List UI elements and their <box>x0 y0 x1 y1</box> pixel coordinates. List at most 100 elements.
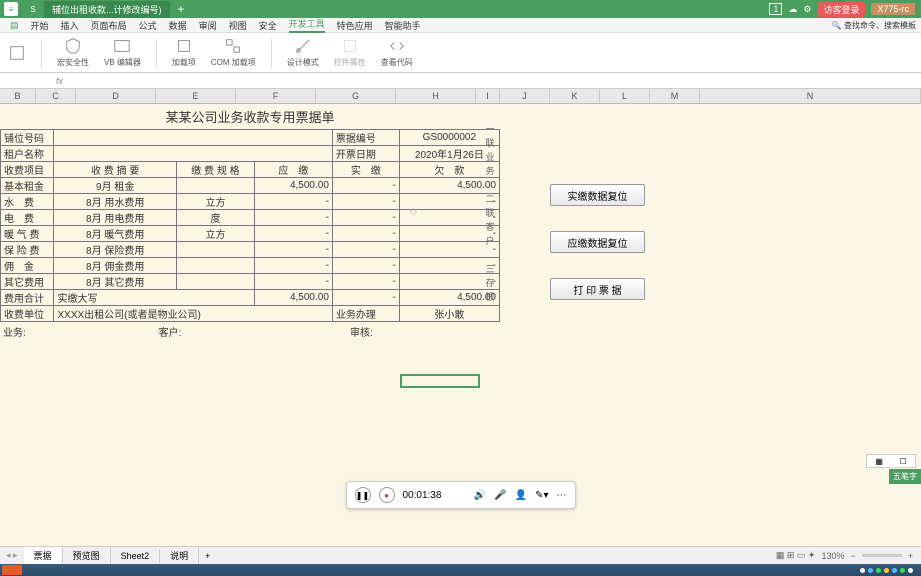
menu-layout[interactable]: 页面布局 <box>91 19 127 32</box>
ribbon-addin[interactable]: 加载项 <box>172 37 196 68</box>
cell-spec[interactable]: 度 <box>176 210 254 226</box>
menu-file-icon[interactable]: ▤ <box>10 20 19 31</box>
tab-notes[interactable]: 说明 <box>160 547 199 564</box>
tab-receipt[interactable]: 票据 <box>24 547 63 564</box>
cell-due[interactable]: - <box>254 242 332 258</box>
cell-summary[interactable]: 8月 保险费用 <box>54 242 177 258</box>
tray-icons[interactable] <box>860 568 921 573</box>
cell-paid[interactable]: - <box>332 258 399 274</box>
more-icon[interactable]: ⋯ <box>557 490 567 501</box>
menu-ai[interactable]: 智能助手 <box>385 19 421 32</box>
val-tenant[interactable] <box>54 146 332 162</box>
cell-item[interactable]: 其它费用 <box>1 274 54 290</box>
cell-paid[interactable]: - <box>332 210 399 226</box>
cell-paid[interactable]: - <box>332 178 399 194</box>
print-button[interactable]: 打 印 票 据 <box>550 278 645 300</box>
cell-spec[interactable] <box>176 274 254 290</box>
float-toolbar[interactable]: ▦ ☐ <box>866 454 916 468</box>
cell-spec[interactable]: 立方 <box>176 194 254 210</box>
wps-icon[interactable] <box>2 565 22 575</box>
cell-spec[interactable] <box>176 178 254 194</box>
menu-dev[interactable]: 开发工具 <box>289 17 325 33</box>
ribbon-com-addin[interactable]: COM 加载项 <box>211 37 256 68</box>
menu-special[interactable]: 特色应用 <box>337 19 373 32</box>
tab-preview[interactable]: 预览图 <box>63 547 111 564</box>
menu-formula[interactable]: 公式 <box>139 19 157 32</box>
cloud-icon[interactable]: ☁ <box>788 4 797 15</box>
cell-spec[interactable]: 立方 <box>176 226 254 242</box>
menu-review[interactable]: 审阅 <box>199 19 217 32</box>
cell-item[interactable]: 水 费 <box>1 194 54 210</box>
cell-due[interactable]: - <box>254 274 332 290</box>
cell-paid[interactable]: - <box>332 194 399 210</box>
col-e[interactable]: E <box>156 89 236 103</box>
login-button[interactable]: 访客登录 <box>817 2 865 17</box>
cam-icon[interactable]: 👤 <box>515 490 527 501</box>
tab-sheet2[interactable]: Sheet2 <box>111 549 161 563</box>
cell-item[interactable]: 保 险 费 <box>1 242 54 258</box>
cell-due[interactable]: - <box>254 258 332 274</box>
col-d[interactable]: D <box>76 89 156 103</box>
col-n[interactable]: N <box>700 89 921 103</box>
ribbon-vb-editor[interactable]: VB 编辑器 <box>104 37 141 68</box>
menu-security[interactable]: 安全 <box>259 19 277 32</box>
col-i[interactable]: I <box>476 89 500 103</box>
cell-item[interactable]: 电 费 <box>1 210 54 226</box>
record-button[interactable]: ● <box>379 487 395 503</box>
cell-paid[interactable]: - <box>332 242 399 258</box>
recorder-bar[interactable]: ❚❚ ● 00:01:38 🔊 🎤 👤 ✎▾ ⋯ <box>346 481 576 509</box>
cell-due[interactable]: - <box>254 210 332 226</box>
reset-paid-button[interactable]: 实缴数据复位 <box>550 184 645 206</box>
cell-spec[interactable] <box>176 242 254 258</box>
search-hint[interactable]: 🔍 查找命令、搜索模板 <box>832 20 916 31</box>
cell-summary[interactable]: 8月 用电费用 <box>54 210 177 226</box>
ribbon-save[interactable] <box>8 44 26 62</box>
col-b[interactable]: B <box>0 89 36 103</box>
zoom-in[interactable]: + <box>908 551 913 561</box>
col-h[interactable]: H <box>396 89 476 103</box>
notif-count[interactable]: 1 <box>769 3 782 15</box>
menu-view[interactable]: 视图 <box>229 19 247 32</box>
float-icon-2[interactable]: ☐ <box>900 457 907 466</box>
cell-item[interactable]: 佣 金 <box>1 258 54 274</box>
val-booth[interactable] <box>54 130 332 146</box>
menu-data[interactable]: 数据 <box>169 19 187 32</box>
zoom-slider[interactable] <box>862 554 902 557</box>
cell-item[interactable]: 基本租金 <box>1 178 54 194</box>
file-tab[interactable]: 辅位出租收款...计修改编号) <box>44 1 170 18</box>
app-menu-icon[interactable]: ≡ <box>4 2 18 16</box>
tab-nav[interactable]: ◂ ▸ <box>0 550 24 561</box>
cell-spec[interactable] <box>176 258 254 274</box>
col-f[interactable]: F <box>236 89 316 103</box>
ribbon-view-code[interactable]: 查看代码 <box>381 37 413 68</box>
reset-due-button[interactable]: 应缴数据复位 <box>550 231 645 253</box>
cell-paid[interactable]: - <box>332 226 399 242</box>
cell-summary[interactable]: 8月 佣金费用 <box>54 258 177 274</box>
mic-icon[interactable]: 🎤 <box>494 490 506 501</box>
float-icon-1[interactable]: ▦ <box>875 457 883 466</box>
menu-insert[interactable]: 插入 <box>61 19 79 32</box>
col-k[interactable]: K <box>550 89 600 103</box>
cell-summary[interactable]: 8月 其它费用 <box>54 274 177 290</box>
sheet-area[interactable]: 某某公司业务收款专用票据单 铺位号码 票据编号 GS0000002 租户名称 开… <box>0 104 921 539</box>
col-l[interactable]: L <box>600 89 650 103</box>
cell-due[interactable]: 4,500.00 <box>254 178 332 194</box>
col-g[interactable]: G <box>316 89 396 103</box>
col-j[interactable]: J <box>500 89 550 103</box>
vol-icon[interactable]: 🔊 <box>474 490 486 501</box>
ribbon-macro-security[interactable]: 宏安全性 <box>57 37 89 68</box>
cell-due[interactable]: - <box>254 226 332 242</box>
menu-start[interactable]: 开始 <box>31 19 49 32</box>
cell-paid[interactable]: - <box>332 274 399 290</box>
add-sheet-button[interactable]: + <box>199 551 216 561</box>
cell-item[interactable]: 暖 气 费 <box>1 226 54 242</box>
cell-due[interactable]: - <box>254 194 332 210</box>
gear-icon[interactable]: ⚙ <box>803 4 811 15</box>
col-m[interactable]: M <box>650 89 700 103</box>
new-tab-button[interactable]: + <box>178 2 185 16</box>
view-icons[interactable]: ▦ ⊞ ▭ ✦ <box>776 550 816 561</box>
selected-cell[interactable] <box>400 374 480 388</box>
pen-icon[interactable]: ✎▾ <box>535 490 548 501</box>
fx-icon[interactable]: fx <box>50 76 69 86</box>
ribbon-design-mode[interactable]: 设计模式 <box>287 37 319 68</box>
